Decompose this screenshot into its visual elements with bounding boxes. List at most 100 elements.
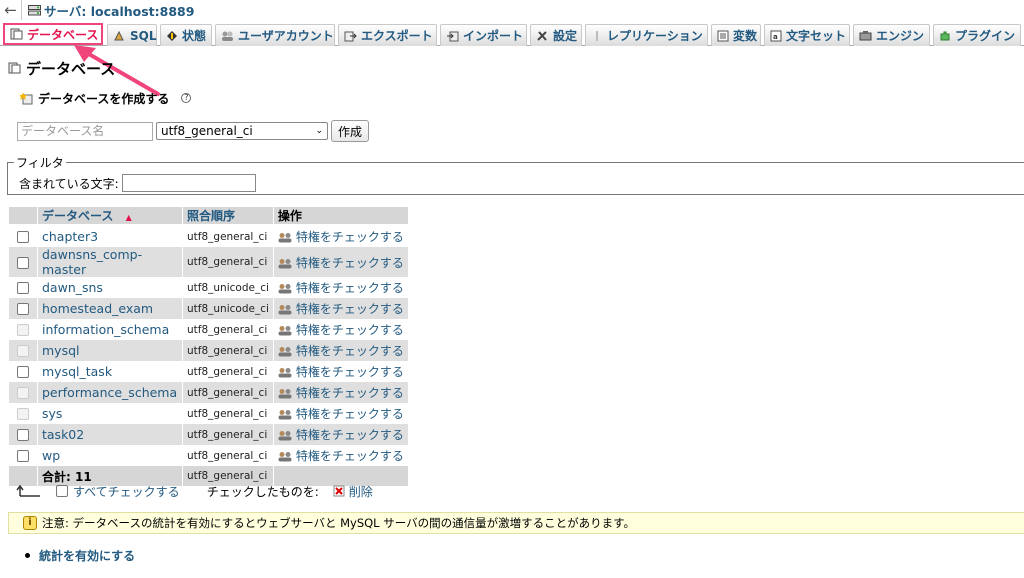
- back-arrow-icon[interactable]: ←: [0, 0, 22, 20]
- tab-replication[interactable]: レプリケーション: [585, 24, 708, 46]
- check-all-label[interactable]: すべてチェックする: [73, 483, 180, 500]
- database-name-link[interactable]: information_schema: [38, 319, 182, 340]
- privileges-icon: [278, 452, 292, 462]
- server-link[interactable]: サーバ: localhost:8889: [44, 1, 194, 20]
- database-collation: utf8_general_ci: [183, 445, 273, 466]
- select-column-header: [9, 207, 37, 226]
- delete-icon[interactable]: [333, 485, 345, 497]
- tab-databases[interactable]: データベース: [3, 23, 103, 45]
- tab-label: 状態: [182, 29, 207, 43]
- privileges-icon: [278, 347, 292, 357]
- tab-label: 変数: [733, 29, 758, 43]
- corner-arrow-icon: [16, 484, 40, 497]
- tab-charsets[interactable]: a 文字セット: [764, 24, 850, 46]
- privileges-icon: [278, 410, 292, 420]
- check-privileges-link[interactable]: 特権をチェックする: [273, 340, 408, 361]
- tab-settings[interactable]: 設定: [530, 24, 582, 46]
- database-name-link[interactable]: performance_schema: [38, 382, 182, 403]
- row-checkbox[interactable]: [17, 429, 29, 441]
- table-row: task02 utf8_general_ci 特権をチェックする: [9, 424, 408, 445]
- tab-sql[interactable]: SQL: [107, 24, 157, 46]
- tab-engines[interactable]: エンジン: [853, 24, 930, 46]
- database-column-header[interactable]: データベース ▲: [38, 207, 182, 226]
- check-privileges-link[interactable]: 特権をチェックする: [273, 226, 408, 247]
- row-checkbox[interactable]: [17, 366, 29, 378]
- check-privileges-label: 特権をチェックする: [295, 344, 404, 358]
- database-collation: utf8_general_ci: [183, 319, 273, 340]
- database-name-link[interactable]: chapter3: [38, 226, 182, 247]
- check-privileges-link[interactable]: 特権をチェックする: [273, 247, 408, 277]
- check-all-checkbox[interactable]: [56, 485, 68, 497]
- create-database-label: データベースを作成する: [38, 91, 170, 106]
- database-icon: [8, 62, 21, 74]
- delete-link[interactable]: 削除: [349, 483, 373, 500]
- row-checkbox[interactable]: [17, 324, 29, 336]
- database-name-link[interactable]: wp: [38, 445, 182, 466]
- database-collation: utf8_general_ci: [183, 361, 273, 382]
- row-checkbox[interactable]: [17, 450, 29, 462]
- database-name-link[interactable]: dawnsns_comp-master: [38, 247, 182, 277]
- tab-user-accounts[interactable]: ユーザアカウント: [215, 24, 335, 46]
- privileges-icon: [278, 233, 292, 243]
- check-privileges-label: 特権をチェックする: [295, 407, 404, 421]
- row-checkbox[interactable]: [17, 256, 29, 269]
- notice-text: 注意: データベースの統計を有効にするとウェブサーバと MySQL サーバの間の…: [42, 516, 635, 530]
- check-privileges-link[interactable]: 特権をチェックする: [273, 298, 408, 319]
- row-checkbox-cell: [9, 361, 37, 382]
- row-checkbox-cell: [9, 340, 37, 361]
- collation-column-header[interactable]: 照合順序: [183, 207, 273, 226]
- check-privileges-link[interactable]: 特権をチェックする: [273, 445, 408, 466]
- row-checkbox[interactable]: [17, 231, 29, 243]
- database-name-link[interactable]: mysql: [38, 340, 182, 361]
- create-button[interactable]: 作成: [331, 120, 370, 142]
- privileges-icon: [278, 326, 292, 336]
- breadcrumb: ← サーバ: localhost:8889: [0, 0, 1024, 20]
- check-privileges-label: 特権をチェックする: [295, 302, 404, 316]
- database-name-input[interactable]: [17, 121, 153, 141]
- row-checkbox[interactable]: [17, 303, 29, 315]
- table-row: mysql_task utf8_general_ci 特権をチェックする: [9, 361, 408, 382]
- database-name-link[interactable]: mysql_task: [38, 361, 182, 382]
- enable-statistics-link[interactable]: 統計を有効にする: [39, 547, 135, 564]
- tab-label: インポート: [463, 29, 524, 43]
- row-checkbox[interactable]: [17, 282, 29, 294]
- tab-status[interactable]: 状態: [160, 24, 212, 46]
- privileges-icon: [278, 368, 292, 378]
- collation-select[interactable]: utf8_general_ci ⌄: [156, 122, 328, 140]
- check-privileges-link[interactable]: 特権をチェックする: [273, 277, 408, 298]
- table-header-row: データベース ▲ 照合順序 操作: [9, 207, 408, 226]
- privileges-icon: [278, 258, 292, 268]
- privileges-icon: [278, 284, 292, 294]
- row-checkbox[interactable]: [17, 387, 29, 399]
- check-privileges-label: 特権をチェックする: [295, 365, 404, 379]
- check-privileges-link[interactable]: 特権をチェックする: [273, 424, 408, 445]
- database-name-link[interactable]: dawn_sns: [38, 277, 182, 298]
- database-collation: utf8_general_ci: [183, 382, 273, 403]
- check-privileges-label: 特権をチェックする: [295, 255, 404, 270]
- row-checkbox[interactable]: [17, 408, 29, 420]
- filter-fieldset: フィルタ 含まれている文字:: [7, 154, 1024, 195]
- row-checkbox-cell: [9, 247, 37, 277]
- tab-variables[interactable]: 変数: [711, 24, 761, 46]
- database-name-link[interactable]: task02: [38, 424, 182, 445]
- database-name-link[interactable]: sys: [38, 403, 182, 424]
- table-row: dawn_sns utf8_unicode_ci 特権をチェックする: [9, 277, 408, 298]
- table-row: information_schema utf8_general_ci 特権をチェック…: [9, 319, 408, 340]
- check-privileges-link[interactable]: 特権をチェックする: [273, 319, 408, 340]
- tab-plugins[interactable]: プラグイン: [933, 24, 1021, 46]
- privileges-icon: [278, 431, 292, 441]
- check-privileges-link[interactable]: 特権をチェックする: [273, 361, 408, 382]
- check-privileges-link[interactable]: 特権をチェックする: [273, 382, 408, 403]
- check-privileges-label: 特権をチェックする: [295, 428, 404, 442]
- top-tab-bar: データベース SQL 状態 ユーザアカウント エクスポート インポート 設定 レ…: [0, 23, 1024, 46]
- tab-export[interactable]: エクスポート: [338, 24, 437, 46]
- tab-import[interactable]: インポート: [440, 24, 527, 46]
- help-icon[interactable]: ?: [181, 93, 192, 103]
- database-name-link[interactable]: homestead_exam: [38, 298, 182, 319]
- check-privileges-link[interactable]: 特権をチェックする: [273, 403, 408, 424]
- row-checkbox[interactable]: [17, 345, 29, 357]
- table-row: sys utf8_general_ci 特権をチェックする: [9, 403, 408, 424]
- filter-input[interactable]: [121, 174, 256, 192]
- database-collation: utf8_general_ci: [183, 226, 273, 247]
- database-header-label: データベース: [42, 209, 114, 223]
